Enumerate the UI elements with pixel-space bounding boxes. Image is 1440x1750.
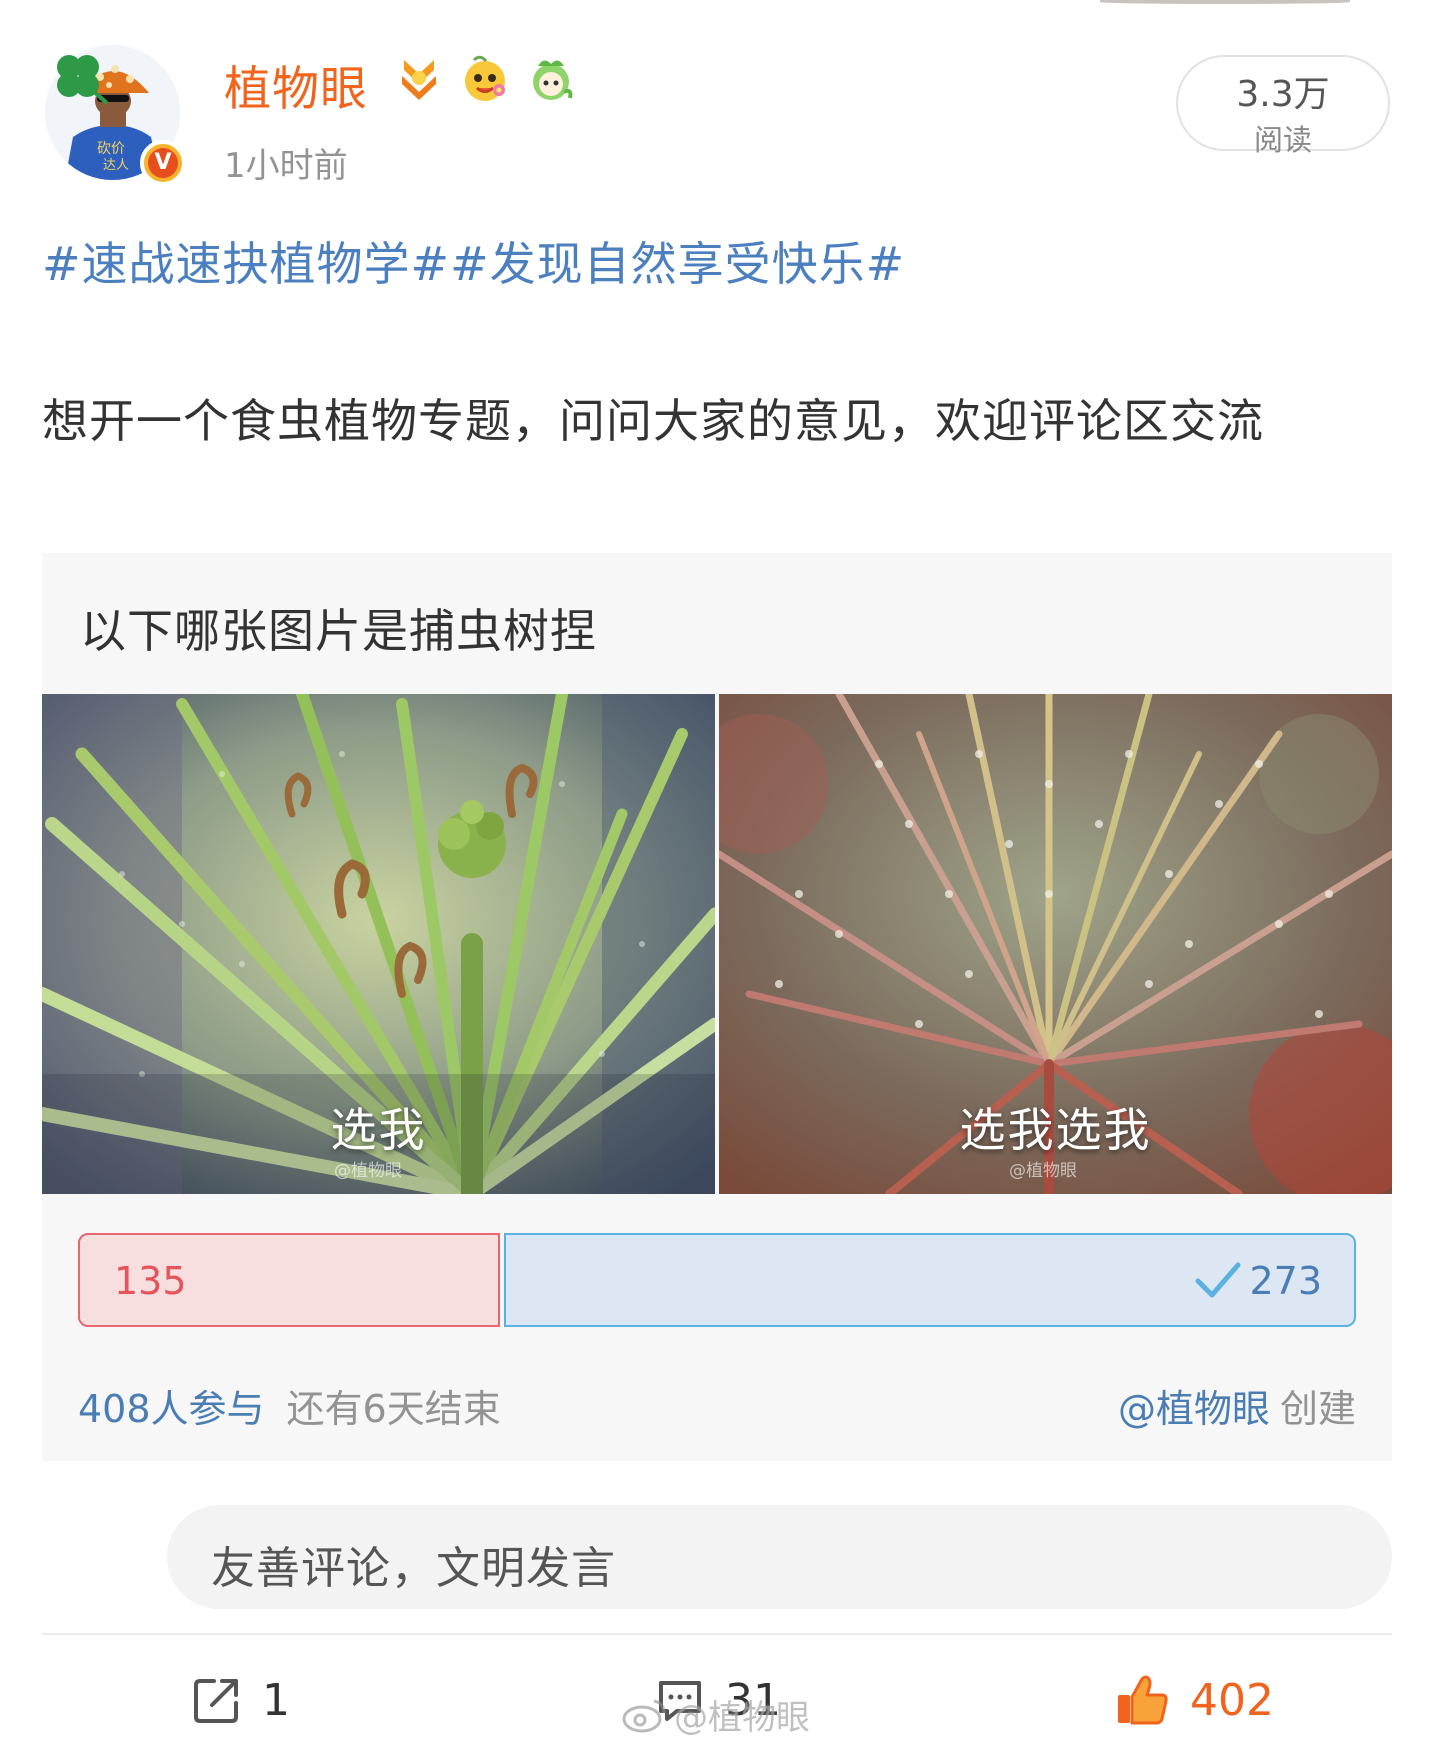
read-label: 阅读 xyxy=(1253,123,1312,157)
poll-result-b-segment: 273 xyxy=(504,1233,1356,1327)
poll-time-left: 还有6天结束 xyxy=(286,1387,501,1431)
poll-option-b[interactable]: 选我选我 @植物眼 xyxy=(719,694,1392,1194)
poll-result-a-count: 135 xyxy=(114,1259,187,1303)
read-count: 3.3万 xyxy=(1236,74,1330,115)
green-mascot-icon[interactable] xyxy=(524,52,578,106)
poll-creator-suffix: 创建 xyxy=(1279,1387,1356,1431)
medal-icon[interactable] xyxy=(392,52,446,106)
hashtag-links[interactable]: #速战速抉植物学##发现自然享受快乐# xyxy=(42,228,905,294)
photo-watermark-b: @植物眼 xyxy=(1009,1161,1077,1181)
smiley-flower-icon[interactable] xyxy=(458,52,512,106)
repost-button[interactable]: 1 xyxy=(192,1665,290,1735)
poll-participants[interactable]: 408人参与 xyxy=(78,1387,265,1431)
divider xyxy=(42,1633,1392,1635)
poll-creator-link[interactable]: @植物眼 xyxy=(1118,1387,1270,1431)
poll-card: 以下哪张图片是捕虫树捏 选我 @植物眼 选我选我 @植物眼 135 273 40… xyxy=(42,553,1392,1461)
author-badges xyxy=(392,52,578,106)
weibo-watermark: @植物眼 xyxy=(622,1690,810,1739)
poll-result-b-count: 273 xyxy=(1249,1259,1322,1303)
svg-text:达人: 达人 xyxy=(103,158,129,173)
svg-text:砍价: 砍价 xyxy=(97,141,125,157)
post-text: 想开一个食虫植物专题，问问大家的意见，欢迎评论区交流 xyxy=(42,394,1264,448)
author-name[interactable]: 植物眼 xyxy=(224,50,368,119)
poll-creator: @植物眼 创建 xyxy=(1118,1378,1356,1433)
post-time: 1小时前 xyxy=(224,146,348,186)
like-button[interactable]: 402 xyxy=(1114,1665,1274,1735)
weibo-watermark-text: @植物眼 xyxy=(674,1698,810,1738)
poll-option-a-label: 选我 xyxy=(330,1103,427,1157)
comment-input-placeholder: 友善评论，文明发言 xyxy=(211,1543,616,1594)
top-edge-artifact xyxy=(1100,0,1350,4)
clover-icon xyxy=(57,55,109,105)
weibo-logo-icon xyxy=(622,1699,666,1732)
poll-options: 选我 @植物眼 选我选我 @植物眼 xyxy=(42,694,1392,1194)
repost-icon xyxy=(194,1679,238,1723)
poll-result-bar: 135 273 xyxy=(78,1233,1356,1327)
check-icon xyxy=(1195,1262,1241,1298)
like-icon xyxy=(1118,1675,1168,1725)
read-count-pill[interactable]: 3.3万 阅读 xyxy=(1176,55,1390,157)
photo-watermark-a: @植物眼 xyxy=(334,1161,402,1181)
poll-option-a[interactable]: 选我 @植物眼 xyxy=(42,694,715,1194)
verified-badge-icon: V xyxy=(140,140,186,186)
repost-count: 1 xyxy=(262,1674,290,1726)
poll-meta: 408人参与 还有6天结束 xyxy=(78,1378,501,1433)
comment-input[interactable]: 友善评论，文明发言 xyxy=(167,1505,1392,1609)
like-count: 402 xyxy=(1190,1674,1274,1726)
poll-question: 以下哪张图片是捕虫树捏 xyxy=(80,604,597,658)
poll-result-a-segment: 135 xyxy=(78,1233,500,1327)
avatar[interactable]: 砍价 达人 V xyxy=(45,45,186,186)
poll-option-b-label: 选我选我 xyxy=(959,1103,1152,1157)
